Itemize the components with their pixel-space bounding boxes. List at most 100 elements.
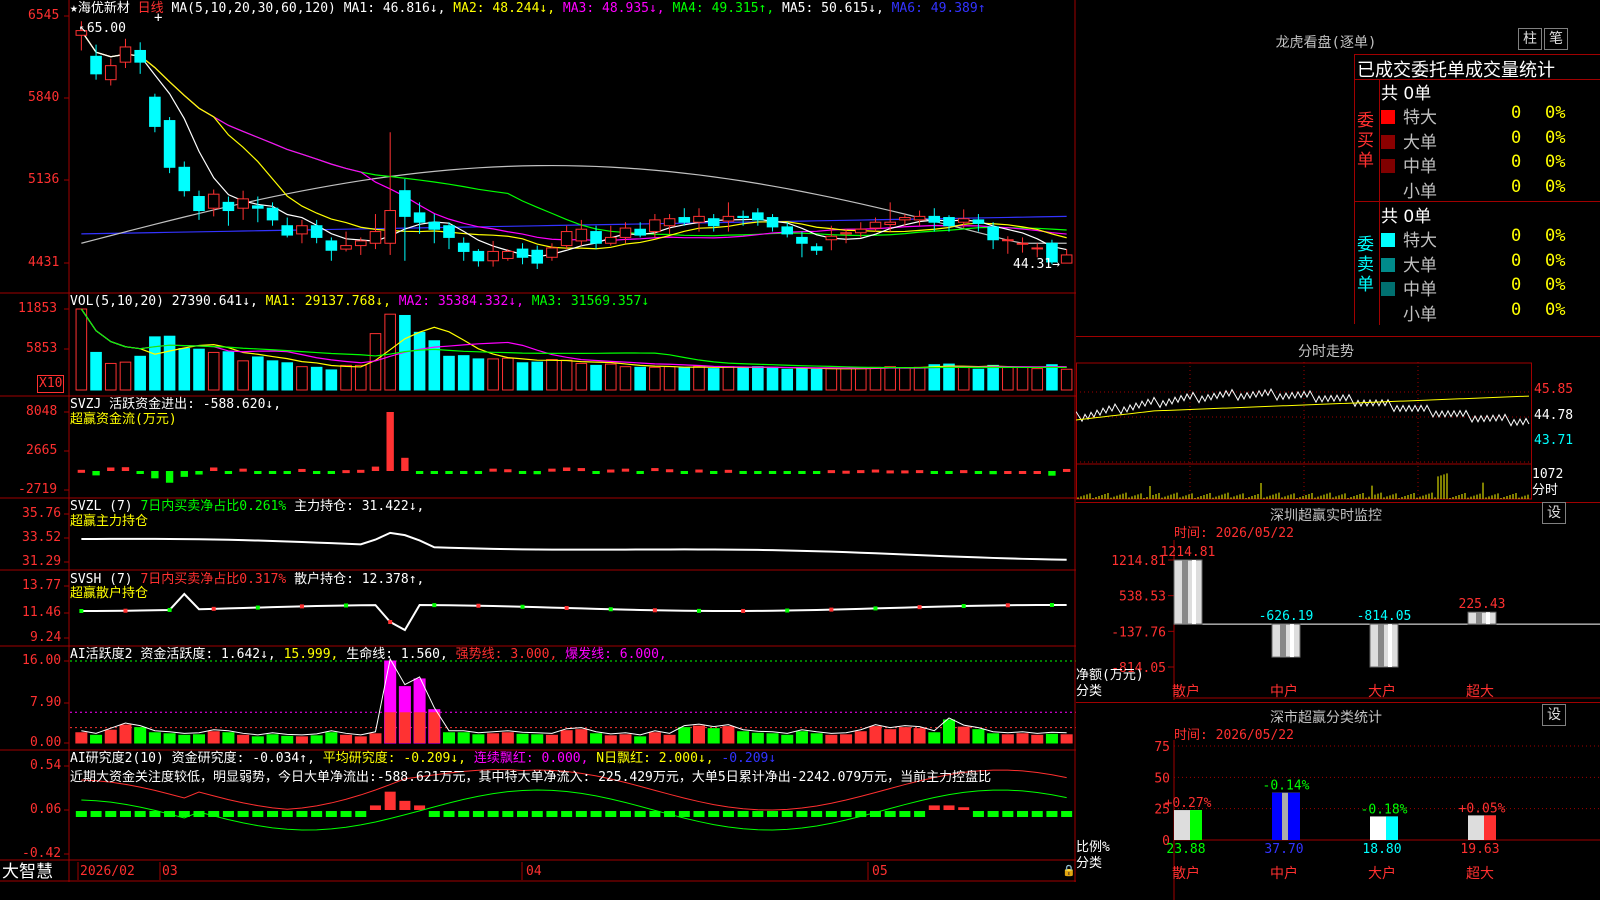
monitor-title: 深圳超赢实时监控 <box>1270 508 1382 524</box>
fund-flow-bar <box>665 469 674 473</box>
y-tick: 6545 <box>28 8 60 23</box>
classify-bar <box>1272 792 1300 840</box>
candle <box>1031 243 1044 258</box>
fund-flow-bar <box>710 471 718 474</box>
x-label: 04 <box>526 864 542 879</box>
order-row-sell: 中单 0 0% <box>1381 275 1600 300</box>
monitor-bar <box>1173 559 1203 625</box>
candle <box>531 245 544 269</box>
order-row-sell: 小单 0 0% <box>1381 299 1600 325</box>
classify-settings-button[interactable]: 设 <box>1542 704 1566 726</box>
classify-value-label: 23.88 <box>1166 842 1205 857</box>
candle <box>766 214 779 232</box>
volume-bar <box>649 366 661 391</box>
monitor-chart[interactable]: 1214.81 538.53 -137.76 -814.05 1214.81 散户 -626… <box>1076 540 1600 700</box>
research-bar <box>708 811 720 817</box>
activity-bar <box>472 734 485 744</box>
activity-bar <box>281 735 294 744</box>
brand-logo[interactable]: 大智慧 <box>2 862 53 882</box>
svsh-subtitle: 超赢散户持仓 <box>70 586 149 601</box>
volume-bar <box>281 362 294 391</box>
fund-flow-bar <box>445 471 453 474</box>
fund-flow-bar <box>195 471 203 475</box>
activity-bar <box>619 734 632 744</box>
bar-mode-button[interactable]: 柱 <box>1518 28 1542 50</box>
activity-bar <box>119 724 132 744</box>
research-bar <box>884 811 896 817</box>
candle <box>560 225 573 250</box>
retail-dot <box>299 604 304 609</box>
order-percent: 0% <box>1545 176 1566 197</box>
legend-square-icon <box>1381 110 1395 124</box>
candle <box>840 229 852 244</box>
volume-bar <box>825 368 838 391</box>
activity-bar <box>604 735 617 744</box>
order-percent: 0% <box>1545 299 1566 320</box>
activity-bar <box>545 734 558 744</box>
volume-bar <box>354 364 367 391</box>
activity-bar <box>442 732 456 744</box>
volume-bar <box>193 348 205 391</box>
ai1-header: AI活跃度2 资金活跃度: 1.642↓, 15.999, 生命线: 1.560… <box>70 647 667 663</box>
volume-bar <box>707 368 720 391</box>
fund-flow-bar <box>989 471 997 475</box>
volume-bar <box>781 368 794 391</box>
tick-mode-button[interactable]: 笔 <box>1544 28 1568 50</box>
fund-flow-bar <box>798 471 806 474</box>
volume-bar <box>972 368 985 391</box>
order-percent: 0% <box>1545 250 1566 271</box>
stock-name[interactable]: 海优新材 <box>78 1 130 16</box>
fenshi-title: 分时走势 <box>1298 344 1354 360</box>
activity-bar <box>75 732 88 744</box>
ma-params: MA(5,10,20,30,60,120) <box>171 1 336 16</box>
activity-bar <box>90 734 103 744</box>
vol-ma1: MA1: 29137.768↓, <box>265 294 391 309</box>
volume-bar <box>928 364 941 391</box>
candle <box>972 214 985 232</box>
favorite-star-icon[interactable]: ★ <box>70 1 78 16</box>
fund-flow-bar <box>1048 471 1056 476</box>
volume-bar <box>590 364 602 391</box>
research-bar <box>252 811 264 817</box>
candle <box>384 132 396 255</box>
research-bar <box>752 811 764 817</box>
monitor-bar <box>1271 623 1301 658</box>
activity-bar <box>531 734 544 744</box>
sell-orders-label: 委卖单 <box>1357 235 1374 295</box>
retail-dot <box>167 607 172 612</box>
fund-flow-bar <box>386 412 394 471</box>
classify-chart[interactable]: 7550250+0.27%23.88散户-0.14%37.70中户-0.18%1… <box>1076 740 1600 900</box>
svzl-subtitle: 超赢主力持仓 <box>70 514 149 529</box>
candle <box>207 189 220 217</box>
research-bar <box>369 805 381 810</box>
fund-flow-bar <box>695 469 703 473</box>
order-size-label: 大单 <box>1403 132 1437 153</box>
fund-flow-bar <box>210 467 218 471</box>
classify-value-label: 19.63 <box>1460 842 1499 857</box>
candle <box>237 190 249 220</box>
volume-bar <box>163 335 176 391</box>
crosshair-plus-icon: + <box>154 10 163 26</box>
svzl-ratio: 7日内买卖净占比0.261% <box>140 499 287 514</box>
activity-bar <box>340 734 353 744</box>
vol-unit-badge[interactable]: X10 <box>37 375 65 393</box>
candle <box>502 249 514 261</box>
order-size-label: 小单 <box>1403 181 1437 202</box>
y-tick: 4431 <box>28 255 60 270</box>
volume-bar <box>134 355 146 391</box>
candle <box>296 219 308 244</box>
ai2-red-n: N日飘红: 2.000↓, <box>596 751 714 766</box>
candle <box>222 196 235 226</box>
candle <box>752 208 764 226</box>
monitor-settings-button[interactable]: 设 <box>1542 502 1566 524</box>
legend-square-icon <box>1381 159 1395 173</box>
fund-flow-bar <box>945 471 953 474</box>
candle <box>428 214 441 244</box>
intraday-chart[interactable] <box>1076 362 1600 502</box>
research-bar <box>693 811 705 817</box>
fund-flow-bar <box>886 470 894 474</box>
kline-chart-area[interactable] <box>0 0 1076 882</box>
svsh-params: SVSH (7) <box>70 572 133 587</box>
lock-icon[interactable]: 🔒 <box>1062 863 1076 879</box>
volume-bar <box>634 366 646 391</box>
